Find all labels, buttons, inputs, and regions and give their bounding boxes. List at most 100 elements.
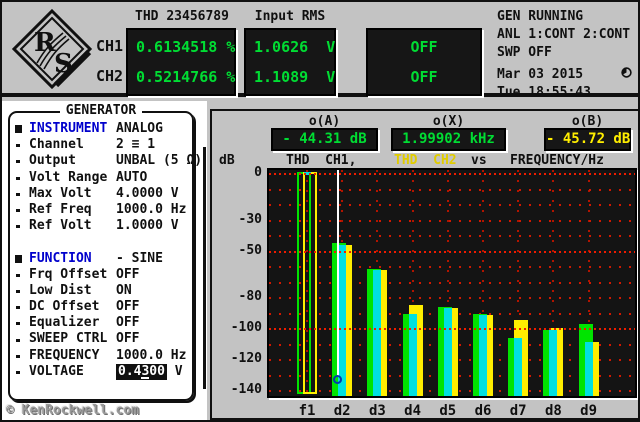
row-value: OFF [116,299,140,315]
generator-row[interactable]: DC Offset OFF [15,299,197,315]
readout-a-label: o(A) [308,114,341,129]
ch2-label: CH2 [96,67,124,85]
bar-overlap [338,244,347,396]
row-value: 1000.0 Hz [116,347,187,363]
plot-area[interactable] [267,168,637,398]
generator-title: GENERATOR [8,103,194,118]
row-value: UNBAL (5 Ω) [116,153,203,169]
grid-line-minor [269,219,635,222]
legend-vs: vs [471,153,487,168]
voltage-edit-field[interactable]: 0.4300 [116,363,167,381]
status-gen: GEN RUNNING [497,8,638,26]
generator-row[interactable]: Equalizer OFF [15,315,197,331]
ch1-label: CH1 [96,37,124,55]
y-tick-label: 0 [254,165,262,180]
readout-x-value: 1.99902 kHz [391,128,506,151]
row-label: SWEEP CTRL [29,331,108,347]
x-tick-label: d8 [544,403,562,419]
grid-line-minor [269,204,635,206]
row-label: Ref Freq [29,201,92,217]
rs-diamond-icon: R S [11,8,93,90]
grid-line-major [269,328,635,330]
row-value: OFF [116,331,140,347]
row-label: Ref Volt [29,218,92,234]
row-value: 4.0000 V [116,185,179,201]
y-tick-label: -80 [238,289,262,304]
row-value: ON [116,282,132,298]
aux-display: OFF OFF [366,28,482,96]
grid-line-major [269,173,635,175]
row-label: Output [29,153,76,169]
row-label: Channel [29,137,84,153]
grid-line-minor [269,235,635,237]
thd-display-title: THD 23456789 [135,9,229,24]
row-label: FREQUENCY [29,347,100,363]
row-value: ANALOG [116,121,163,136]
y-tick-label: -120 [230,351,262,366]
row-value: OFF [116,315,140,331]
row-label: FUNCTION [29,250,92,266]
x-tick-label: d7 [509,403,527,419]
rms-ch1-value: 1.0626 V [254,38,336,56]
generator-row[interactable]: SWEEP CTRL OFF [15,331,197,347]
row-label: Frq Offset [29,266,108,282]
row-value: 1.0000 V [116,218,179,234]
grid-line-minor [269,297,635,299]
y-tick-label: -100 [230,320,262,335]
bar-overlap [408,314,417,396]
generator-panel: GENERATOR INSTRUMENT ANALOG Channel 2 ≡ 1 Ou… [2,101,207,420]
generator-row[interactable]: Output UNBAL (5 Ω) [15,153,202,169]
generator-row[interactable]: Ref Volt 1.0000 V [15,218,197,234]
grid-line-minor [269,188,635,191]
generator-row[interactable]: Volt Range AUTO [15,170,197,186]
row-label: Low Dist [29,282,92,298]
generator-row[interactable]: FUNCTION - SINE [15,251,197,267]
row-value[interactable]: 0.4300 V [116,363,183,381]
rohde-schwarz-logo: R S [10,6,94,96]
row-label: Max Volt [29,185,92,201]
x-axis-label: FREQUENCY/Hz [510,153,604,168]
row-value: 2 ≡ 1 [116,137,156,153]
row-value: OFF [116,266,140,282]
x-tick-label: d3 [368,403,386,419]
readout-b-label: o(B) [571,114,604,129]
analyzer-screen: R S CH1 CH2 THD 23456789 0.6134518 % 0.5… [0,0,640,422]
bar-overlap [514,338,523,396]
status-time: Tue 18:55:43 [497,85,591,100]
status-swp: SWP OFF [497,45,552,60]
cursor-line[interactable] [337,170,340,376]
svg-text:S: S [54,49,73,79]
generator-spacer [15,234,197,250]
generator-row[interactable]: FREQUENCY 1000.0 Hz [15,348,197,364]
x-tick-label: f1 [298,403,316,419]
aux-value-1: OFF [410,38,438,56]
row-label: VOLTAGE [29,363,84,379]
readout-a-value: - 44.31 dB [271,128,378,151]
x-tick-label: d6 [474,403,492,419]
generator-row[interactable]: Max Volt 4.0000 V [15,186,197,202]
generator-row[interactable]: INSTRUMENT ANALOG [15,121,197,137]
status-area: GEN RUNNING ANL 1:CONT 2:CONT SWP OFF Ma… [497,8,638,102]
bar-overlap [443,308,452,396]
generator-rows: INSTRUMENT ANALOG Channel 2 ≡ 1 Output UNBAL … [15,121,202,381]
legend-series2: THD CH2 [394,153,457,168]
generator-row[interactable]: Channel 2 ≡ 1 [15,137,197,153]
generator-row[interactable]: Low Dist ON [15,283,197,299]
watermark: © KenRockwell.com [6,403,140,418]
y-tick-label: -50 [238,242,262,258]
rms-display: 1.0626 V 1.1089 V [244,28,336,96]
generator-row[interactable]: VOLTAGE 0.4300 V [15,363,197,381]
panel-scrollbar[interactable] [203,147,206,389]
x-tick-label: d2 [333,403,351,419]
generator-row[interactable]: Ref Freq 1000.0 Hz [15,202,197,218]
aux-value-2: OFF [410,68,438,86]
row-label: INSTRUMENT [29,121,108,136]
row-value: 1000.0 Hz [116,201,187,217]
row-value: AUTO [116,169,148,185]
row-label: Volt Range [29,169,108,185]
x-tick-label: d9 [580,403,598,419]
generator-row[interactable]: Frq Offset OFF [15,267,197,283]
rms-display-title: Input RMS [254,9,326,24]
rms-ch2-value: 1.1089 V [254,68,336,86]
readout-b-value: - 45.72 dB [544,128,631,151]
